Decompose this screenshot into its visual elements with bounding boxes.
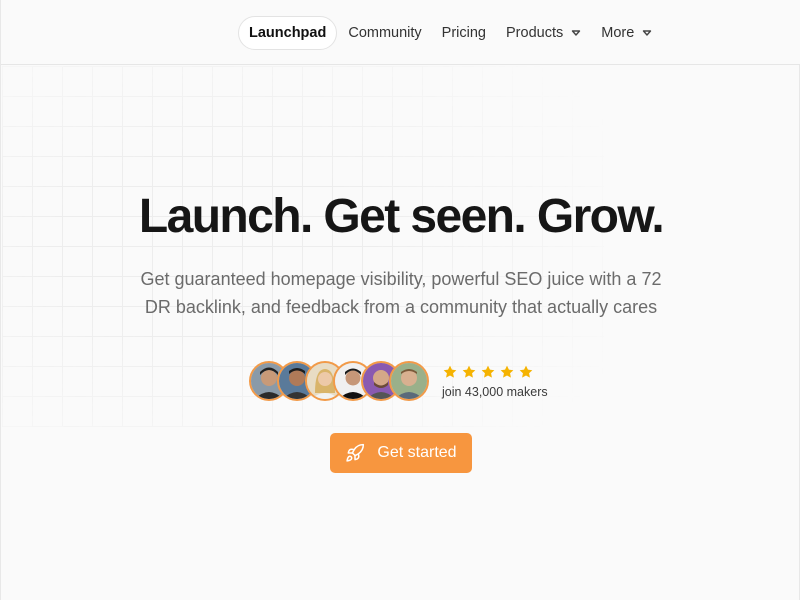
rating: join 43,000 makers [442,363,548,399]
makers-count-text: join 43,000 makers [442,385,548,399]
hero-subtitle-line-1: Get guaranteed homepage visibility, powe… [140,269,662,289]
get-started-label: Get started [377,444,457,461]
hero-subtitle-line-2: DR backlink, and feedback from a communi… [144,297,658,317]
nav-item-pricing[interactable]: Pricing [432,16,496,50]
top-navigation-bar: Launchpad Community Pricing Products Mor… [1,0,800,65]
chevron-down-icon [571,28,581,38]
star-icon [500,365,514,378]
nav-item-label: Launchpad [249,25,327,41]
star-rating [442,363,548,381]
star-icon [481,365,495,378]
maker-avatars [249,361,429,401]
get-started-button[interactable]: Get started [330,433,472,473]
hero-subtitle: Get guaranteed homepage visibility, powe… [111,265,691,321]
nav-item-label: Pricing [441,25,486,41]
star-icon [443,365,457,378]
nav-item-products[interactable]: Products [496,16,591,50]
main-nav: Launchpad Community Pricing Products Mor… [238,16,662,50]
avatar [389,361,429,401]
page: Launchpad Community Pricing Products Mor… [0,0,800,600]
hero-title: Launch. Get seen. Grow. [138,190,665,243]
rocket-icon [346,443,365,462]
nav-item-more[interactable]: More [591,16,662,50]
social-proof: join 43,000 makers [249,360,548,402]
nav-item-label: More [601,25,635,41]
chevron-down-icon [642,28,652,38]
nav-item-label: Community [348,25,422,41]
nav-item-launchpad[interactable]: Launchpad [238,16,338,50]
nav-item-community[interactable]: Community [338,16,431,50]
star-icon [462,365,476,378]
nav-item-label: Products [506,25,564,41]
star-icon [519,365,533,378]
